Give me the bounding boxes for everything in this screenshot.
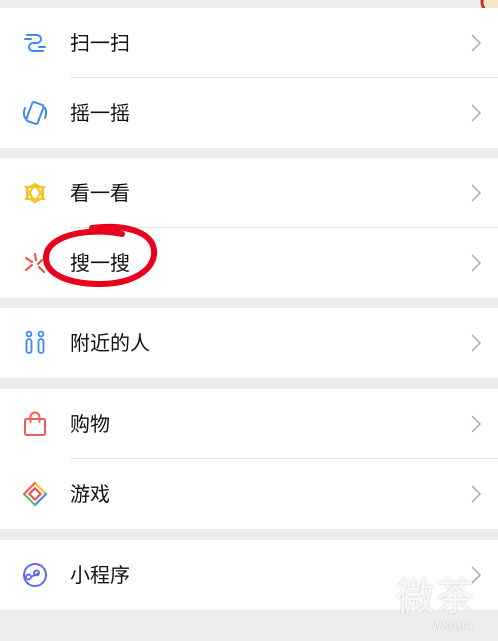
top-stories-icon (24, 182, 46, 204)
menu-item-top-stories[interactable]: 看一看 (0, 158, 498, 228)
group-shopping-games: 购物 游戏 (0, 389, 498, 529)
menu-item-label: 看一看 (70, 181, 130, 205)
search-icon (25, 253, 45, 273)
menu-item-label: 搜一搜 (70, 251, 130, 275)
menu-item-search[interactable]: 搜一搜 (0, 228, 498, 298)
top-spacer (0, 0, 498, 8)
menu-item-people-nearby[interactable]: 附近的人 (0, 308, 498, 378)
games-icon (22, 481, 48, 507)
chevron-right-icon (471, 184, 482, 202)
menu-item-games[interactable]: 游戏 (0, 459, 498, 529)
menu-item-label: 摇一摇 (70, 101, 130, 125)
scan-icon (24, 34, 46, 52)
shake-icon (22, 101, 48, 125)
group-nearby: 附近的人 (0, 308, 498, 378)
shopping-bag-icon (24, 411, 46, 436)
watermark: 微茶 WXCHA (395, 575, 476, 632)
menu-item-label: 扫一扫 (70, 31, 130, 55)
menu-item-label: 小程序 (70, 563, 130, 587)
chevron-right-icon (471, 34, 482, 52)
menu-item-label: 附近的人 (70, 331, 150, 355)
chevron-right-icon (471, 334, 482, 352)
menu-item-label: 游戏 (70, 482, 110, 506)
menu-item-shake[interactable]: 摇一摇 (0, 78, 498, 148)
chevron-right-icon (471, 485, 482, 503)
menu-item-shopping[interactable]: 购物 (0, 389, 498, 459)
group-stories-search: 看一看 搜一搜 (0, 158, 498, 298)
menu-item-label: 购物 (70, 412, 110, 436)
chevron-right-icon (471, 254, 482, 272)
watermark-text: 微茶 (395, 575, 476, 619)
watermark-subtext: WXCHA (431, 621, 474, 632)
menu-item-scan[interactable]: 扫一扫 (0, 8, 498, 78)
chevron-right-icon (471, 104, 482, 122)
people-nearby-icon (25, 330, 45, 354)
group-scan-shake: 扫一扫 摇一摇 (0, 8, 498, 148)
chevron-right-icon (471, 415, 482, 433)
mini-program-icon (23, 563, 47, 587)
